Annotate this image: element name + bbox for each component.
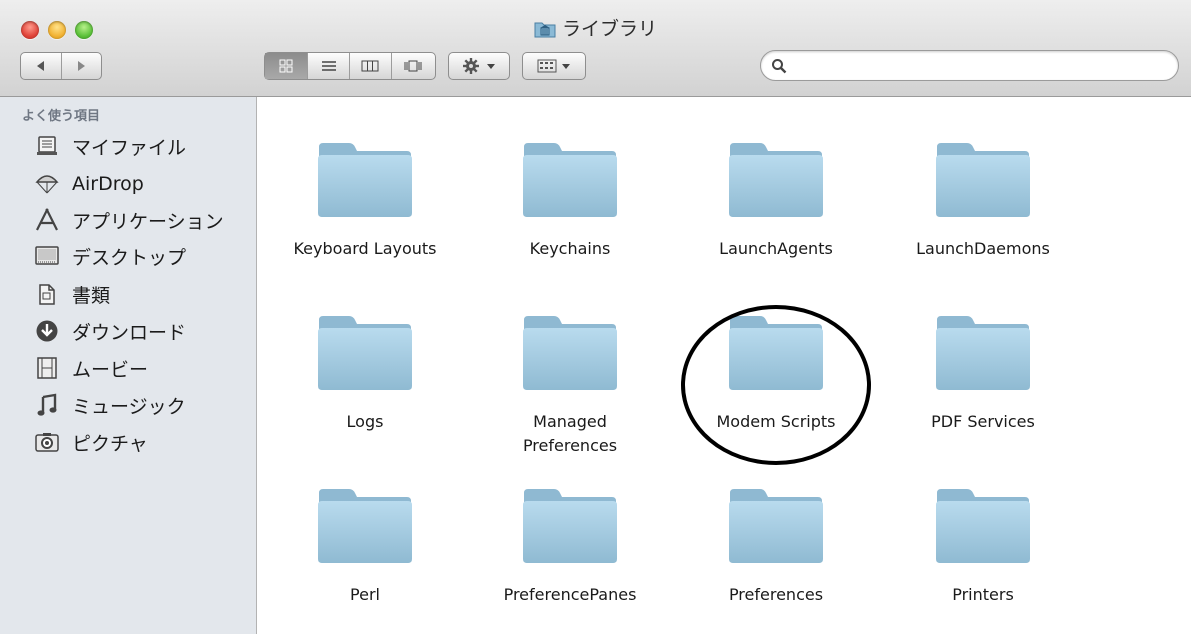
- search-input[interactable]: [793, 55, 1167, 77]
- folder-label: Printers: [952, 585, 1014, 604]
- column-view-button[interactable]: [350, 53, 392, 79]
- sidebar-item-movies[interactable]: ムービー: [34, 353, 249, 383]
- folder-icon: [318, 316, 412, 390]
- folder-modem-scripts[interactable]: Modem Scripts: [676, 314, 876, 434]
- airdrop-icon: [34, 171, 60, 197]
- folder-icon: [318, 143, 412, 217]
- all-my-files-icon: [34, 133, 60, 159]
- folder-label: Logs: [346, 412, 384, 431]
- forward-arrow-icon: [78, 61, 86, 71]
- arrange-grid-icon: [537, 59, 557, 73]
- cover-flow-icon: [404, 60, 422, 72]
- chevron-down-icon: [562, 64, 570, 69]
- folder-label: PreferencePanes: [503, 585, 637, 604]
- movies-icon: [34, 355, 60, 381]
- folder-icon: [936, 489, 1030, 563]
- applications-icon: [34, 207, 60, 233]
- sidebar-item-label: デスクトップ: [72, 246, 187, 269]
- folder-keyboard-layouts[interactable]: Keyboard Layouts: [265, 141, 465, 261]
- list-view-icon: [321, 61, 336, 71]
- sidebar-item-label: 書類: [72, 284, 111, 307]
- sidebar-item-desktop[interactable]: デスクトップ: [34, 241, 249, 271]
- folder-label: PDF Services: [931, 412, 1035, 431]
- folder-keychains[interactable]: Keychains: [470, 141, 670, 261]
- folder-icon: [936, 143, 1030, 217]
- folder-label: Perl: [350, 585, 380, 604]
- sidebar-item-label: マイファイル: [72, 136, 187, 159]
- camera-icon: [34, 429, 60, 455]
- folder-label: Keyboard Layouts: [293, 239, 437, 258]
- sidebar-item-downloads[interactable]: ダウンロード: [34, 316, 249, 346]
- sidebar-item-label: ミュージック: [72, 395, 186, 418]
- view-mode-segment: [264, 52, 436, 80]
- folder-preferencepanes[interactable]: PreferencePanes: [470, 487, 670, 607]
- folder-icon: [729, 489, 823, 563]
- folder-pdf-services[interactable]: PDF Services: [883, 314, 1083, 434]
- desktop-icon: [34, 243, 60, 269]
- folder-icon: [936, 316, 1030, 390]
- folder-label: Modem Scripts: [716, 412, 836, 431]
- search-field[interactable]: [760, 50, 1179, 81]
- back-arrow-icon: [36, 61, 44, 71]
- folder-icon: [729, 143, 823, 217]
- sidebar: よく使う項目 マイファイル AirDrop アプリケーション デスクトップ 書類…: [0, 97, 257, 634]
- sidebar-item-label: ムービー: [72, 358, 149, 381]
- sidebar-item-music[interactable]: ミュージック: [34, 390, 249, 420]
- folder-launchagents[interactable]: LaunchAgents: [676, 141, 876, 261]
- folder-icon: [729, 316, 823, 390]
- forward-button[interactable]: [62, 53, 102, 79]
- column-view-icon: [361, 60, 379, 72]
- sidebar-section-favorites: よく使う項目: [22, 109, 101, 124]
- sidebar-item-all-my-files[interactable]: マイファイル: [34, 131, 249, 161]
- window-title-text: ライブラリ: [561, 18, 657, 40]
- folder-perl[interactable]: Perl: [265, 487, 465, 607]
- sidebar-item-label: AirDrop: [72, 173, 144, 195]
- folder-label: LaunchAgents: [719, 239, 833, 258]
- sidebar-item-applications[interactable]: アプリケーション: [34, 205, 249, 235]
- sidebar-item-documents[interactable]: 書類: [34, 279, 249, 309]
- sidebar-item-label: ピクチャ: [72, 432, 148, 455]
- gear-icon: [463, 58, 479, 74]
- folder-printers[interactable]: Printers: [883, 487, 1083, 607]
- window-title: ライブラリ: [0, 14, 1191, 43]
- sidebar-item-pictures[interactable]: ピクチャ: [34, 427, 249, 457]
- music-icon: [34, 392, 60, 418]
- folder-icon: [523, 489, 617, 563]
- back-button[interactable]: [21, 53, 62, 79]
- documents-icon: [34, 281, 60, 307]
- sidebar-item-label: ダウンロード: [72, 321, 187, 344]
- folder-label: LaunchDaemons: [916, 239, 1050, 258]
- icon-view-icon: [279, 59, 293, 73]
- finder-window: ライブラリ よく使う項目 マイファイル AirDrop アプリケーション デスク…: [0, 0, 1191, 634]
- chevron-down-icon: [487, 64, 495, 69]
- folder-launchdaemons[interactable]: LaunchDaemons: [883, 141, 1083, 261]
- sidebar-item-label: アプリケーション: [72, 210, 224, 233]
- folder-managed-preferences[interactable]: Managed Preferences: [470, 314, 670, 458]
- folder-logs[interactable]: Logs: [265, 314, 465, 434]
- folder-label: Keychains: [529, 239, 611, 258]
- cover-flow-view-button[interactable]: [392, 53, 435, 79]
- nav-buttons: [20, 52, 102, 80]
- folder-icon: [523, 143, 617, 217]
- folder-label: Managed Preferences: [522, 412, 618, 455]
- folder-icon: [523, 316, 617, 390]
- action-menu-button[interactable]: [448, 52, 510, 80]
- arrange-menu-button[interactable]: [522, 52, 586, 80]
- folder-icon: [318, 489, 412, 563]
- folder-label: Preferences: [728, 585, 824, 604]
- toolbar: ライブラリ: [0, 0, 1191, 97]
- sidebar-item-airdrop[interactable]: AirDrop: [34, 169, 249, 199]
- downloads-icon: [34, 318, 60, 344]
- folder-preferences[interactable]: Preferences: [676, 487, 876, 607]
- icon-view-button[interactable]: [265, 53, 309, 79]
- list-view-button[interactable]: [308, 53, 350, 79]
- search-icon: [772, 59, 787, 74]
- folder-grid: Keyboard Layouts Keychains LaunchAgents …: [257, 97, 1191, 634]
- library-folder-icon: [534, 20, 556, 43]
